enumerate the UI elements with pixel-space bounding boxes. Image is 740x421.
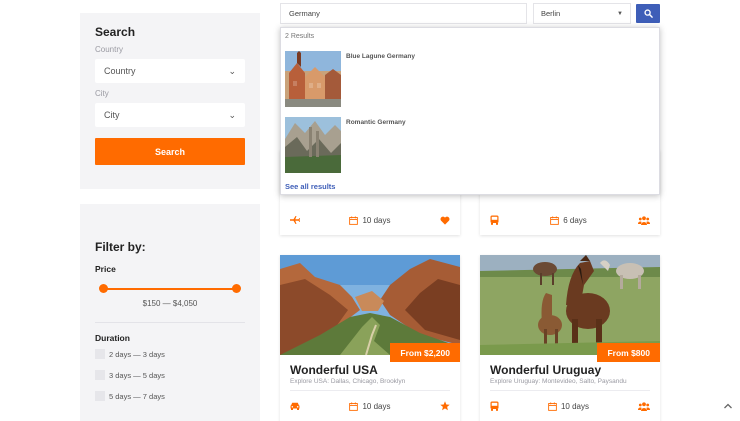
card-footer: 10 days <box>480 391 660 421</box>
calendar-icon <box>550 215 560 225</box>
card-title[interactable]: Wonderful Uruguay <box>490 363 601 377</box>
card-description: Explore USA: Dallas, Chicago, Brooklyn <box>290 378 406 385</box>
checkbox[interactable] <box>95 370 105 380</box>
card-footer: 6 days <box>480 205 660 235</box>
result-item[interactable]: Blue Lagune Germany <box>285 51 645 107</box>
caret-down-icon: ▼ <box>617 10 623 17</box>
heart-icon[interactable] <box>440 216 450 225</box>
country-select[interactable]: Country ⌄ <box>95 59 245 83</box>
tour-card-uruguay[interactable]: From $800 Wonderful Uruguay Explore Urug… <box>480 255 660 421</box>
result-thumbnail[interactable] <box>285 51 341 107</box>
result-item[interactable]: Romantic Germany <box>285 117 645 173</box>
see-all-results-link[interactable]: See all results <box>285 182 335 191</box>
price-label: Price <box>95 264 116 274</box>
price-range-text: $150 — $4,050 <box>142 299 198 308</box>
price-slider-max-handle[interactable] <box>232 284 241 293</box>
chevron-down-icon: ⌄ <box>228 65 236 76</box>
city-label: City <box>95 89 109 98</box>
price-slider[interactable] <box>95 284 245 294</box>
search-submit-button[interactable] <box>636 4 660 23</box>
price-tag: From $800 <box>597 343 660 362</box>
duration-option[interactable]: 2 days — 3 days <box>95 349 245 359</box>
chevron-up-icon[interactable] <box>723 402 733 410</box>
duration-option-label: 3 days — 5 days <box>109 370 165 380</box>
duration-meta: 10 days <box>349 401 391 411</box>
duration-meta: 10 days <box>548 402 589 411</box>
city-dropdown-value: Berlin <box>541 9 561 18</box>
duration-text: 6 days <box>563 215 587 225</box>
card-footer: 10 days <box>280 391 460 421</box>
duration-text: 10 days <box>362 215 391 225</box>
chevron-down-icon: ⌄ <box>228 109 236 120</box>
plane-icon <box>290 216 300 224</box>
checkbox[interactable] <box>95 349 105 359</box>
search-icon <box>643 9 653 18</box>
results-count: 2 Results <box>285 33 315 40</box>
duration-meta: 10 days <box>349 215 391 225</box>
calendar-icon <box>349 215 359 225</box>
price-tag: From $2,200 <box>390 343 460 362</box>
card-title[interactable]: Wonderful USA <box>290 363 378 377</box>
users-icon <box>638 401 650 411</box>
search-panel-title: Search <box>95 25 136 39</box>
search-results-dropdown: 2 Results Blue Lagune Germany Romantic G… <box>280 27 660 195</box>
duration-option[interactable]: 3 days — 5 days <box>95 370 245 380</box>
price-slider-min-handle[interactable] <box>99 284 108 293</box>
bus-icon <box>490 401 499 411</box>
city-select-value: City <box>104 110 120 120</box>
tour-image-usa[interactable] <box>280 255 460 355</box>
duration-text: 10 days <box>362 401 391 411</box>
result-name[interactable]: Romantic Germany <box>346 119 406 126</box>
filter-panel: Filter by: Price $150 — $4,050 Duration … <box>80 204 260 421</box>
country-label: Country <box>95 45 124 54</box>
checkbox[interactable] <box>95 391 105 401</box>
search-button[interactable]: Search <box>95 138 245 165</box>
result-name[interactable]: Blue Lagune Germany <box>346 53 415 60</box>
price-slider-track <box>103 288 237 290</box>
duration-option-label: 2 days — 3 days <box>109 349 165 359</box>
search-panel: Search Country Country ⌄ City City ⌄ Sea… <box>80 13 260 189</box>
tour-image-uruguay[interactable] <box>480 255 660 355</box>
card-footer: 10 days <box>280 205 460 235</box>
duration-meta: 6 days <box>550 216 587 225</box>
country-select-value: Country <box>104 66 136 76</box>
destination-search-input[interactable]: Germany <box>280 3 527 24</box>
tour-card-usa[interactable]: From $2,200 Wonderful USA Explore USA: D… <box>280 255 460 421</box>
duration-text: 10 days <box>560 401 590 411</box>
filter-title: Filter by: <box>95 240 146 254</box>
car-icon <box>290 402 300 410</box>
calendar-icon <box>548 401 557 411</box>
calendar-icon <box>349 401 359 411</box>
divider <box>95 322 245 323</box>
duration-option[interactable]: 5 days — 7 days <box>95 391 245 401</box>
bus-icon <box>490 215 499 225</box>
result-thumbnail[interactable] <box>285 117 341 173</box>
users-icon <box>637 215 650 225</box>
star-icon[interactable] <box>440 401 450 411</box>
duration-label: Duration <box>95 333 130 343</box>
card-description: Explore Uruguay: Montevideo, Salto, Pays… <box>490 378 627 385</box>
city-dropdown[interactable]: Berlin ▼ <box>533 3 631 24</box>
duration-option-label: 5 days — 7 days <box>109 391 165 401</box>
city-select[interactable]: City ⌄ <box>95 103 245 127</box>
